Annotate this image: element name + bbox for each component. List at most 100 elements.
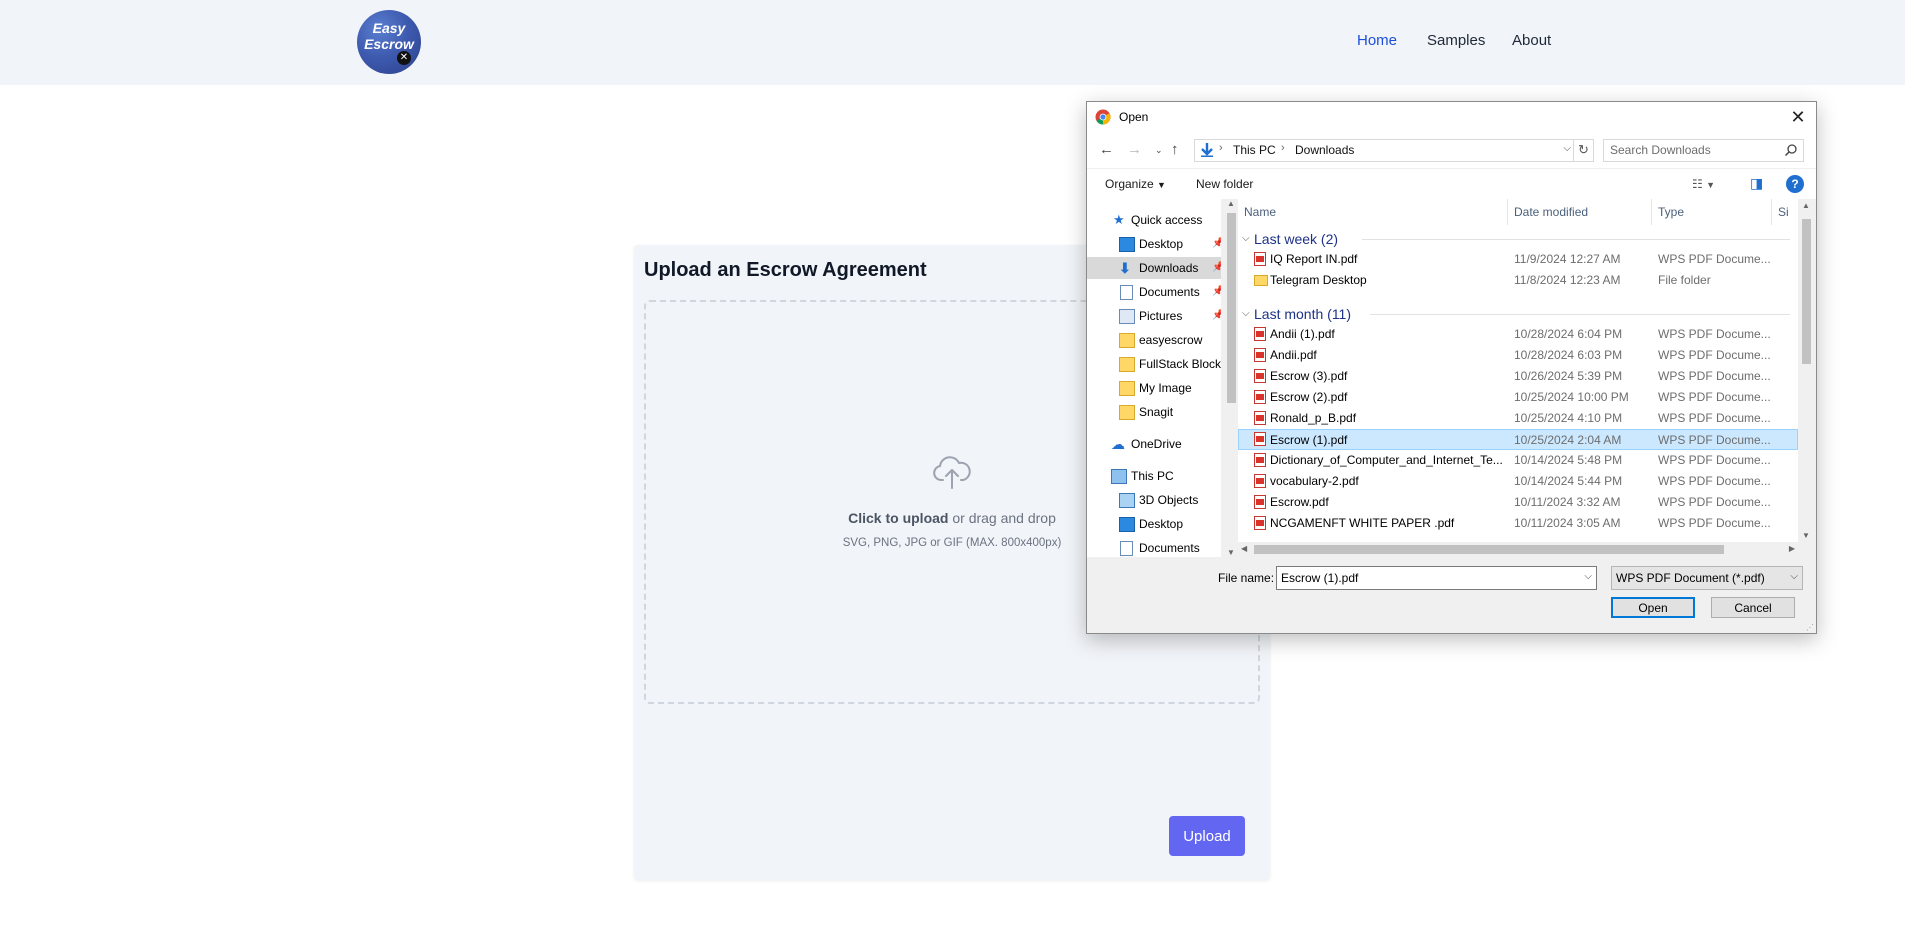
- column-type[interactable]: Type: [1652, 199, 1772, 225]
- back-arrow-icon[interactable]: ←: [1099, 141, 1114, 158]
- nav-desktop[interactable]: Desktop 📌: [1087, 233, 1221, 255]
- file-row[interactable]: NCGAMENFT WHITE PAPER .pdf 10/11/2024 3:…: [1238, 513, 1798, 534]
- file-list: Name Date modified Type Si ⌵ Last week (…: [1238, 199, 1798, 557]
- new-folder-button[interactable]: New folder: [1196, 177, 1253, 191]
- scroll-right-icon[interactable]: ▶: [1789, 544, 1795, 553]
- column-size[interactable]: Si: [1772, 199, 1798, 225]
- file-row[interactable]: Escrow.pdf 10/11/2024 3:32 AM WPS PDF Do…: [1238, 492, 1798, 513]
- nav-quick-access[interactable]: ★ Quick access: [1087, 209, 1221, 231]
- document-icon: [1120, 285, 1133, 300]
- nav-label: 3D Objects: [1139, 493, 1199, 507]
- nav-pc-documents[interactable]: Documents: [1087, 537, 1221, 557]
- nav-label: Quick access: [1131, 213, 1203, 227]
- file-date: 11/8/2024 12:23 AM: [1514, 273, 1621, 287]
- resize-grip-icon[interactable]: ⋰: [1806, 623, 1814, 632]
- scroll-thumb[interactable]: [1227, 213, 1236, 403]
- nav-samples[interactable]: Samples: [1427, 32, 1485, 49]
- file-row-selected[interactable]: Escrow (1).pdf 10/25/2024 2:04 AM WPS PD…: [1238, 429, 1798, 450]
- search-icon: [1784, 144, 1797, 157]
- open-button[interactable]: Open: [1611, 597, 1695, 618]
- breadcrumb-downloads[interactable]: Downloads: [1295, 143, 1354, 157]
- scroll-down-icon[interactable]: ▼: [1227, 548, 1235, 557]
- dialog-title-bar[interactable]: Open ✕: [1087, 102, 1816, 132]
- file-date: 10/28/2024 6:03 PM: [1514, 348, 1623, 362]
- nav-this-pc[interactable]: This PC: [1087, 465, 1221, 487]
- file-date: 10/25/2024 4:10 PM: [1514, 411, 1623, 425]
- logo[interactable]: Easy Escrow ✕: [357, 10, 421, 74]
- up-arrow-icon[interactable]: ↑: [1171, 141, 1179, 158]
- x-icon: ✕: [397, 51, 411, 65]
- pdf-icon: [1254, 327, 1266, 341]
- cancel-button[interactable]: Cancel: [1711, 597, 1795, 618]
- nav-pane-scrollbar[interactable]: ▲ ▼: [1225, 199, 1238, 557]
- pdf-icon: [1254, 411, 1266, 425]
- file-name: Escrow (3).pdf: [1270, 369, 1348, 383]
- column-date-modified[interactable]: Date modified: [1508, 199, 1652, 225]
- file-row[interactable]: Escrow (3).pdf 10/26/2024 5:39 PM WPS PD…: [1238, 366, 1798, 387]
- click-to-upload-label[interactable]: Click to upload: [848, 510, 948, 526]
- upload-button[interactable]: Upload: [1169, 816, 1245, 856]
- nav-snagit[interactable]: Snagit: [1087, 401, 1221, 423]
- organize-button[interactable]: Organize ▼: [1105, 177, 1166, 191]
- file-list-horizontal-scrollbar[interactable]: ◀ ▶: [1238, 542, 1798, 557]
- nav-my-image[interactable]: My Image: [1087, 377, 1221, 399]
- nav-3d-objects[interactable]: 3D Objects: [1087, 489, 1221, 511]
- search-box[interactable]: Search Downloads: [1603, 139, 1804, 162]
- nav-about[interactable]: About: [1512, 32, 1551, 49]
- pdf-icon: [1254, 516, 1266, 530]
- nav-home[interactable]: Home: [1357, 32, 1397, 49]
- scroll-down-icon[interactable]: ▼: [1802, 531, 1810, 540]
- chrome-icon: [1095, 109, 1111, 125]
- nav-label: My Image: [1139, 381, 1192, 395]
- file-row[interactable]: Ronald_p_B.pdf 10/25/2024 4:10 PM WPS PD…: [1238, 408, 1798, 429]
- file-row[interactable]: Escrow (2).pdf 10/25/2024 10:00 PM WPS P…: [1238, 387, 1798, 408]
- desktop-icon: [1119, 517, 1135, 532]
- nav-easyescrow[interactable]: easyescrow: [1087, 329, 1221, 351]
- file-name-input[interactable]: Escrow (1).pdf ⌵: [1276, 566, 1597, 590]
- file-list-vertical-scrollbar[interactable]: ▲ ▼: [1798, 199, 1815, 542]
- view-options-icon[interactable]: ☷ ▼: [1692, 177, 1715, 191]
- file-row[interactable]: Dictionary_of_Computer_and_Internet_Te..…: [1238, 450, 1798, 471]
- column-name[interactable]: Name: [1238, 199, 1508, 225]
- help-icon[interactable]: ?: [1786, 175, 1804, 193]
- recent-locations-icon[interactable]: ⌄: [1155, 145, 1163, 156]
- pin-icon: 📌: [1212, 238, 1221, 249]
- file-row[interactable]: Andii.pdf 10/28/2024 6:03 PM WPS PDF Doc…: [1238, 345, 1798, 366]
- file-row[interactable]: Telegram Desktop 11/8/2024 12:23 AM File…: [1238, 270, 1798, 291]
- nav-pc-desktop[interactable]: Desktop: [1087, 513, 1221, 535]
- group-divider: [1370, 314, 1790, 315]
- file-type: WPS PDF Docume...: [1658, 453, 1771, 467]
- file-row[interactable]: vocabulary-2.pdf 10/14/2024 5:44 PM WPS …: [1238, 471, 1798, 492]
- pictures-icon: [1119, 309, 1135, 324]
- chevron-down-icon[interactable]: ⌵: [1563, 143, 1571, 154]
- breadcrumb-this-pc[interactable]: This PC: [1233, 143, 1276, 157]
- chevron-down-icon[interactable]: ⌵: [1584, 571, 1592, 582]
- file-name: vocabulary-2.pdf: [1270, 474, 1359, 488]
- group-divider: [1362, 239, 1790, 240]
- close-icon[interactable]: ✕: [1786, 106, 1810, 128]
- nav-downloads[interactable]: ⬇ Downloads 📌: [1087, 257, 1221, 279]
- nav-onedrive[interactable]: ☁ OneDrive: [1087, 433, 1221, 455]
- search-input[interactable]: Search Downloads: [1610, 143, 1711, 157]
- folder-icon: [1119, 333, 1135, 348]
- file-type-select[interactable]: WPS PDF Document (*.pdf) ⌵: [1611, 566, 1803, 590]
- group-label: Last month (11): [1254, 306, 1352, 322]
- file-row[interactable]: IQ Report IN.pdf 11/9/2024 12:27 AM WPS …: [1238, 249, 1798, 270]
- nav-fullstack[interactable]: FullStack Blockc: [1087, 353, 1221, 375]
- scroll-up-icon[interactable]: ▲: [1227, 199, 1235, 208]
- file-type: WPS PDF Docume...: [1658, 348, 1771, 362]
- refresh-icon[interactable]: ↻: [1573, 139, 1594, 162]
- pdf-icon: [1254, 369, 1266, 383]
- nav-pictures[interactable]: Pictures 📌: [1087, 305, 1221, 327]
- file-row[interactable]: Andii (1).pdf 10/28/2024 6:04 PM WPS PDF…: [1238, 324, 1798, 345]
- scroll-left-icon[interactable]: ◀: [1241, 544, 1247, 553]
- address-bar[interactable]: › This PC › Downloads ⌵: [1194, 139, 1574, 162]
- scroll-up-icon[interactable]: ▲: [1802, 201, 1810, 210]
- scroll-thumb[interactable]: [1802, 219, 1811, 364]
- nav-label: This PC: [1131, 469, 1174, 483]
- preview-pane-icon[interactable]: ◨: [1750, 175, 1763, 192]
- forward-arrow-icon[interactable]: →: [1127, 141, 1142, 158]
- nav-documents[interactable]: Documents 📌: [1087, 281, 1221, 303]
- breadcrumb-separator-icon: ›: [1281, 142, 1285, 154]
- scroll-thumb[interactable]: [1254, 545, 1724, 554]
